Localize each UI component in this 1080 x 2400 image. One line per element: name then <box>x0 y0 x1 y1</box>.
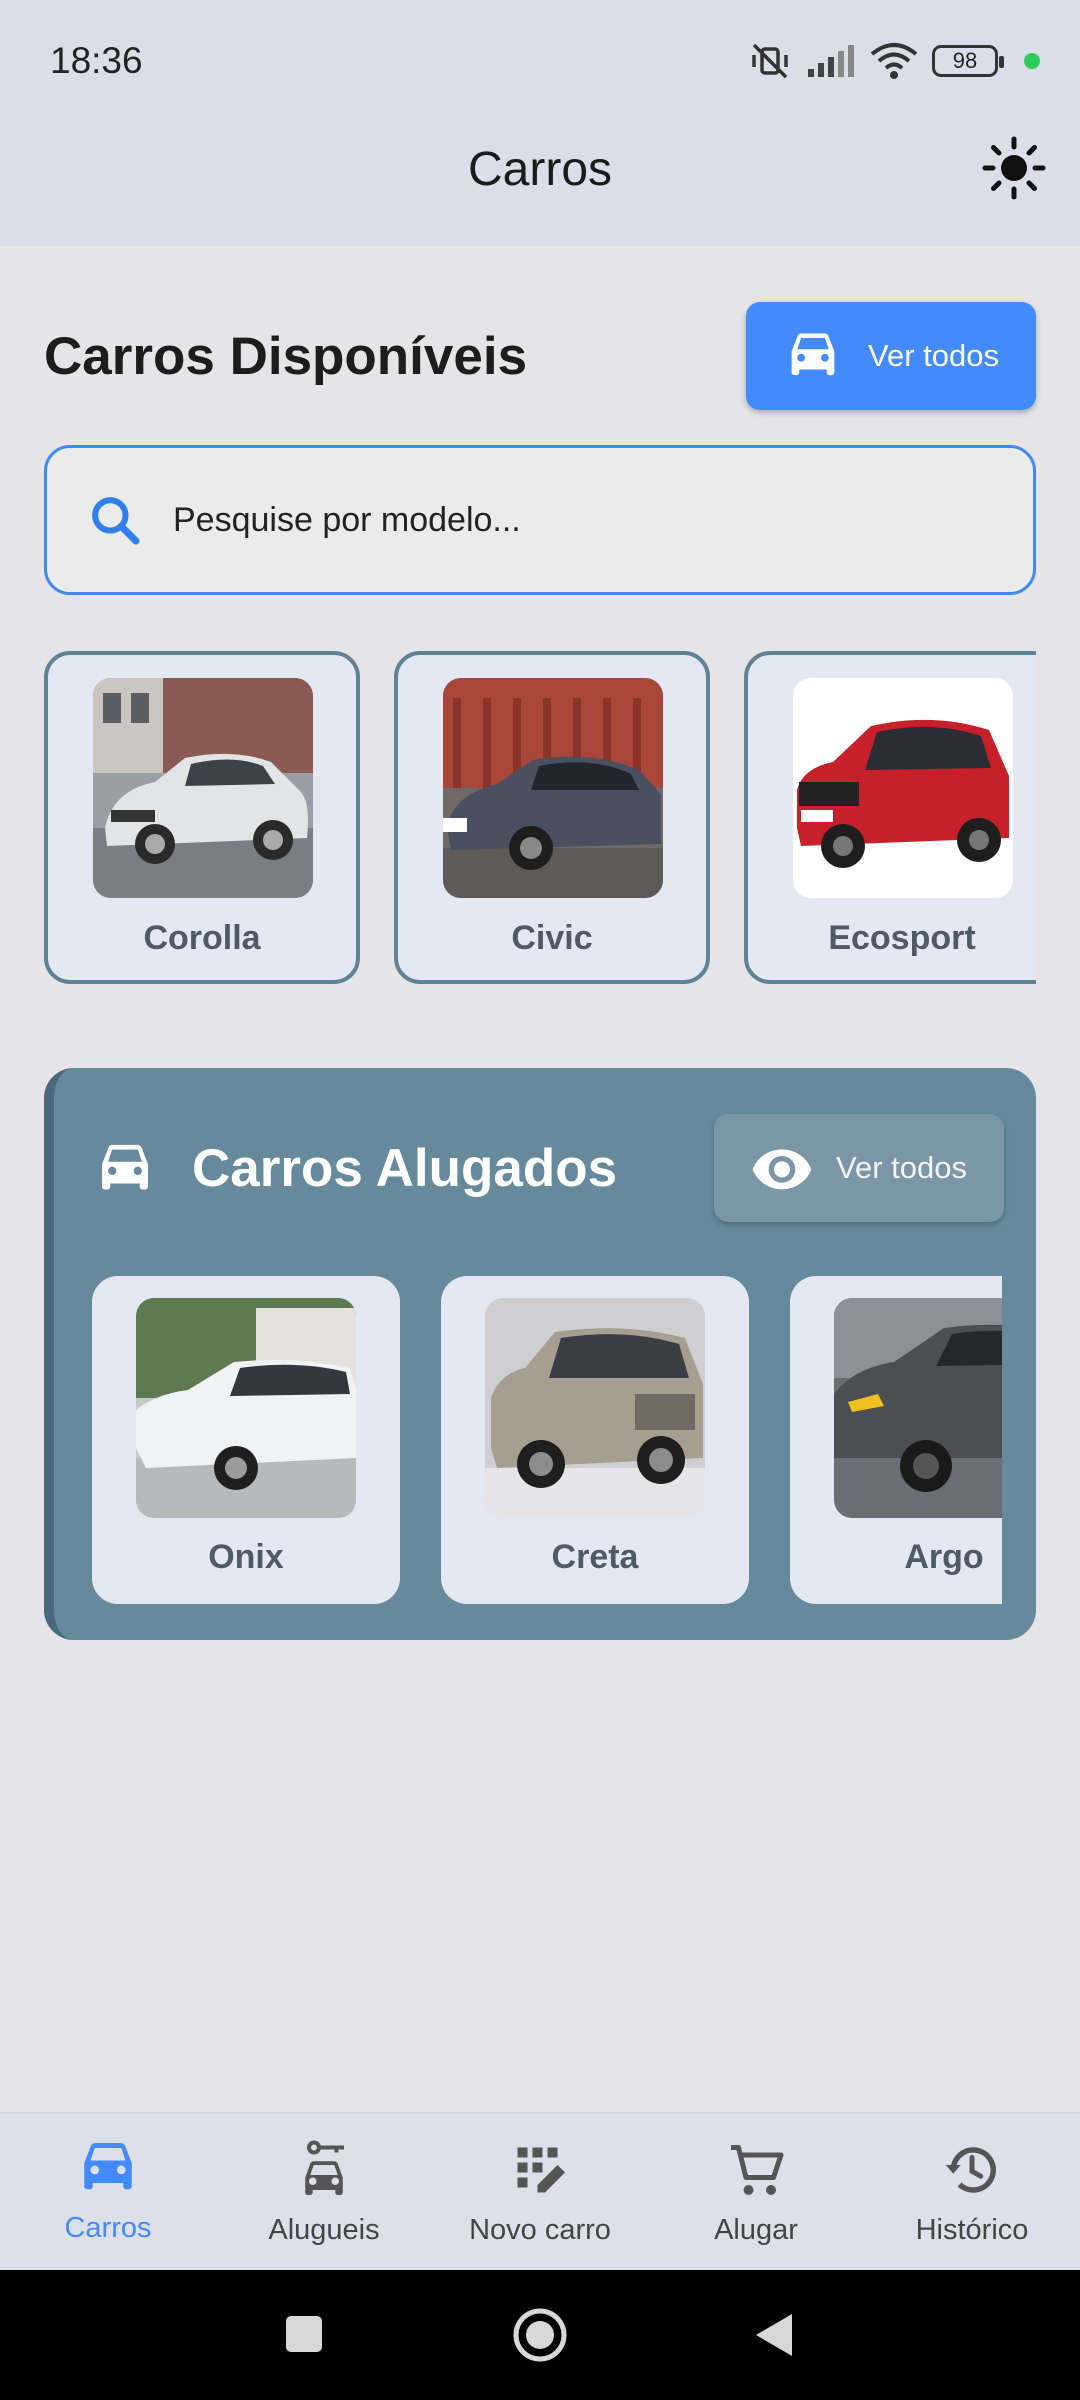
car-name: Argo <box>904 1538 984 1576</box>
add-car-icon <box>517 2147 565 2193</box>
page-title: Carros <box>467 143 613 196</box>
search-input[interactable] <box>173 500 953 540</box>
see-all-available-button[interactable]: Ver todos <box>746 302 1036 410</box>
rented-cars-list[interactable]: Onix Creta Argo <box>92 1276 1002 1606</box>
nav-label: Carros <box>64 2212 152 2244</box>
car-icon <box>791 333 835 376</box>
search-field[interactable] <box>44 445 1036 595</box>
car-name: Ecosport <box>828 919 976 957</box>
car-name: Civic <box>511 919 593 957</box>
nav-item-historico[interactable]: Histórico <box>864 2114 1080 2272</box>
signal-icon <box>808 45 854 77</box>
battery-level: 98 <box>952 48 978 73</box>
nav-label: Alugar <box>714 2214 798 2246</box>
car-card-corolla[interactable]: Corolla <box>44 651 360 984</box>
mute-vibrate-icon <box>752 43 788 79</box>
bottom-navigation: Carros Alugueis Novo carro Alugar Histór… <box>0 2112 1080 2270</box>
nav-label: Novo carro <box>469 2214 611 2246</box>
car-card-creta[interactable]: Creta <box>441 1276 749 1604</box>
car-photo <box>485 1298 705 1518</box>
car-card-argo[interactable]: Argo <box>790 1276 1002 1604</box>
car-photo <box>443 678 663 898</box>
cart-icon <box>731 2145 784 2195</box>
nav-item-novo-carro[interactable]: Novo carro <box>432 2114 648 2272</box>
car-rental-icon <box>305 2140 344 2195</box>
car-name: Onix <box>208 1538 284 1576</box>
back-button[interactable] <box>754 2312 794 2358</box>
car-icon <box>102 1144 148 1190</box>
rented-cars-title: Carros Alugados <box>192 1139 618 1198</box>
see-all-rented-button[interactable]: Ver todos <box>714 1114 1004 1222</box>
system-navigation-bar <box>0 2270 1080 2400</box>
see-all-label: Ver todos <box>868 338 999 373</box>
wifi-icon <box>870 43 918 79</box>
car-card-onix[interactable]: Onix <box>92 1276 400 1604</box>
car-photo <box>136 1298 356 1518</box>
status-time: 18:36 <box>50 40 143 81</box>
status-icons: 98 <box>748 38 1040 84</box>
nav-item-alugar[interactable]: Alugar <box>648 2114 864 2272</box>
top-bar: 18:36 98 Carros <box>0 0 1080 246</box>
car-card-civic[interactable]: Civic <box>394 651 710 984</box>
nav-item-carros[interactable]: Carros <box>0 2114 216 2272</box>
nav-item-alugueis[interactable]: Alugueis <box>216 2114 432 2272</box>
car-name: Creta <box>551 1538 639 1576</box>
nav-label: Alugueis <box>268 2214 380 2246</box>
car-photo <box>793 678 1013 898</box>
available-cars-title: Carros Disponíveis <box>44 327 528 386</box>
car-card-ecosport[interactable]: Ecosport <box>744 651 1036 984</box>
home-button[interactable] <box>512 2307 568 2363</box>
car-icon <box>84 2143 132 2190</box>
search-icon <box>92 497 140 545</box>
nav-label: Histórico <box>915 2214 1029 2246</box>
privacy-dot <box>1024 53 1040 69</box>
see-all-label: Ver todos <box>836 1150 967 1185</box>
theme-toggle-button[interactable] <box>982 136 1046 200</box>
eye-icon <box>752 1149 812 1190</box>
history-icon <box>945 2147 996 2193</box>
car-name: Corolla <box>143 919 261 957</box>
recents-button[interactable] <box>284 2314 324 2354</box>
car-photo <box>93 678 313 898</box>
sun-icon <box>982 136 1046 200</box>
available-cars-list[interactable]: Corolla Civic Ecosport <box>44 651 1036 986</box>
battery-indicator: 98 <box>932 45 1004 77</box>
rented-cars-panel: Carros Alugados Ver todos Onix Creta Arg… <box>44 1068 1036 1640</box>
car-photo <box>834 1298 1002 1518</box>
